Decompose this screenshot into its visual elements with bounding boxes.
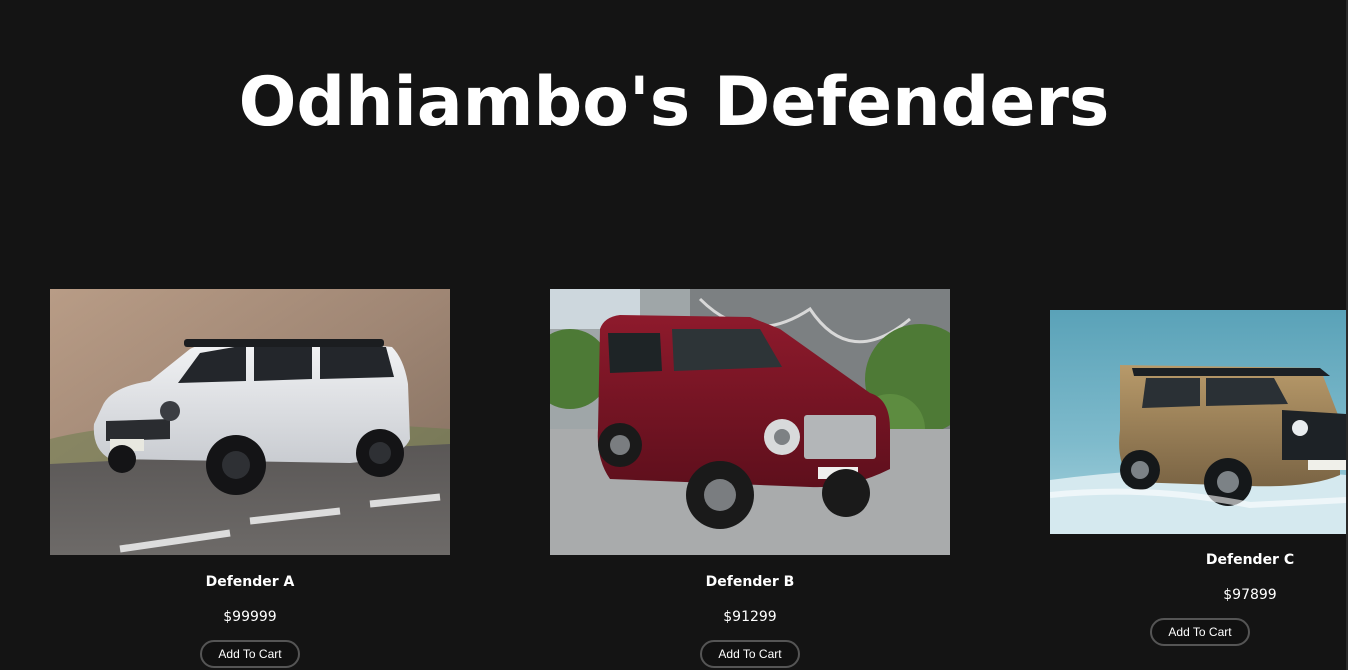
- add-to-cart-button[interactable]: Add To Cart: [200, 640, 300, 668]
- add-to-cart-button[interactable]: Add To Cart: [1150, 618, 1250, 646]
- add-to-cart-button[interactable]: Add To Cart: [700, 640, 800, 668]
- product-image-defender-a: [50, 289, 450, 555]
- product-image-defender-b: [550, 289, 950, 555]
- product-image-defender-c: [1050, 310, 1346, 534]
- site-title: Odhiambo's Defenders: [238, 63, 1110, 142]
- product-price: $99999: [223, 609, 277, 625]
- product-card-defender-c: Defender C $97899 Add To Cart: [1050, 310, 1348, 646]
- product-price: $91299: [723, 609, 777, 625]
- product-name: Defender A: [205, 574, 295, 590]
- product-name: Defender B: [705, 574, 795, 590]
- product-price: $97899: [1223, 587, 1277, 603]
- product-card-defender-a: Defender A $99999 Add To Cart: [50, 289, 450, 668]
- product-card-defender-b: Defender B $91299 Add To Cart: [550, 289, 950, 668]
- product-name: Defender C: [1205, 552, 1295, 568]
